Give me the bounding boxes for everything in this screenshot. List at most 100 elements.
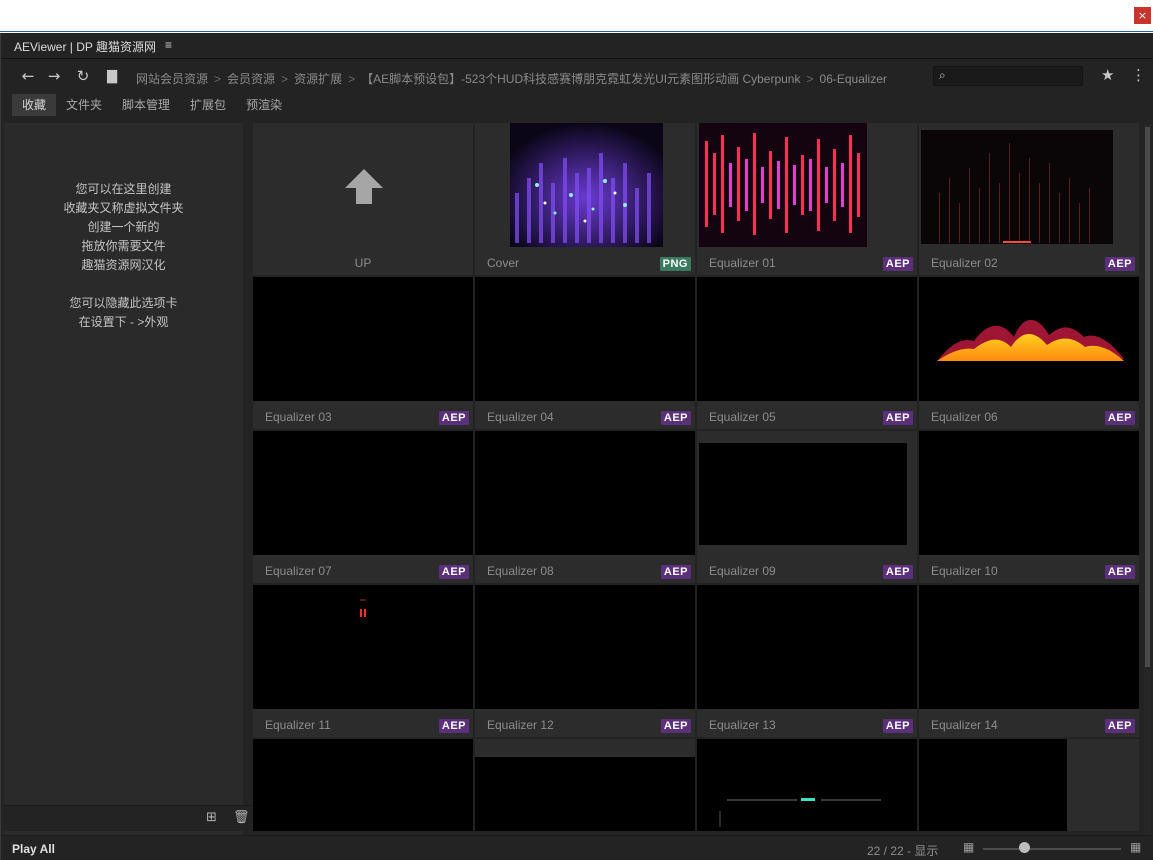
- tile-up[interactable]: UP: [253, 123, 473, 275]
- tile-partial[interactable]: [697, 739, 917, 831]
- favorite-star-icon[interactable]: ★: [1101, 66, 1114, 84]
- breadcrumb-item[interactable]: 【AE脚本预设包】-523个HUD科技感赛博朋克霓虹发光UI元素图形动画 Cyb…: [361, 72, 800, 86]
- file-type-badge: PNG: [659, 257, 691, 271]
- help-line-spacer: [4, 275, 243, 294]
- file-type-badge: AEP: [438, 719, 469, 733]
- file-type-badge: AEP: [1104, 257, 1135, 271]
- breadcrumb-separator: >: [214, 72, 222, 86]
- up-arrow-icon: [345, 169, 383, 204]
- tile-thumbnail: [475, 277, 695, 401]
- tab-script-manager[interactable]: 脚本管理: [112, 94, 180, 116]
- tile-equalizer-09[interactable]: Equalizer 09 AEP: [697, 431, 917, 583]
- forward-arrow-icon[interactable]: →: [45, 67, 63, 85]
- tile-thumbnail: [253, 277, 473, 401]
- help-line: 您可以隐藏此选项卡: [69, 296, 178, 310]
- play-all-button[interactable]: Play All: [12, 842, 55, 856]
- refresh-icon[interactable]: ↻: [74, 67, 92, 85]
- tile-equalizer-11[interactable]: Equalizer 11 AEP: [253, 585, 473, 737]
- tile-equalizer-14[interactable]: Equalizer 14 AEP: [919, 585, 1139, 737]
- add-favorite-icon[interactable]: ⊞: [206, 810, 217, 825]
- tab-bar: 收藏 文件夹 脚本管理 扩展包 预渲染: [12, 94, 292, 116]
- tab-folders[interactable]: 文件夹: [56, 94, 112, 116]
- tab-prerender[interactable]: 预渲染: [236, 94, 292, 116]
- tile-thumbnail: [253, 585, 473, 709]
- tile-label: Equalizer 06: [931, 410, 998, 424]
- tile-thumbnail: [919, 739, 1067, 831]
- tile-label: Equalizer 09: [709, 564, 776, 578]
- tile-thumbnail: [919, 123, 1139, 247]
- file-type-badge: AEP: [1104, 411, 1135, 425]
- help-line: 创建一个新的: [87, 220, 160, 234]
- panel-title: AEViewer | DP 趣猫资源网: [14, 40, 157, 54]
- tile-partial[interactable]: [475, 739, 695, 831]
- small-grid-icon[interactable]: ▦: [963, 840, 974, 854]
- status-bar: Play All 22 / 22 - 显示 ▦ ▦: [1, 835, 1153, 860]
- breadcrumb-separator: >: [806, 72, 814, 86]
- breadcrumb-separator: >: [281, 72, 289, 86]
- tile-thumbnail: [475, 739, 695, 831]
- tile-equalizer-03[interactable]: Equalizer 03 AEP: [253, 277, 473, 429]
- file-type-badge: AEP: [1104, 719, 1135, 733]
- breadcrumb-item-current[interactable]: 06-Equalizer: [820, 72, 887, 86]
- tile-label: Equalizer 08: [487, 564, 554, 578]
- sidebar-help-text: 您可以在这里创建 收藏夹又称虚拟文件夹 创建一个新的 拖放你需要文件 趣猫资源网…: [4, 180, 243, 332]
- file-type-badge: AEP: [660, 411, 691, 425]
- breadcrumb-item[interactable]: 网站会员资源: [136, 72, 208, 86]
- breadcrumb: 网站会员资源 > 会员资源 > 资源扩展 > 【AE脚本预设包】-523个HUD科技感赛博朋…: [136, 70, 887, 87]
- slider-handle[interactable]: [1019, 842, 1030, 853]
- tile-equalizer-12[interactable]: Equalizer 12 AEP: [475, 585, 695, 737]
- tile-equalizer-04[interactable]: Equalizer 04 AEP: [475, 277, 695, 429]
- file-type-badge: AEP: [660, 565, 691, 579]
- file-type-badge: AEP: [882, 257, 913, 271]
- search-input[interactable]: ⌕: [933, 66, 1083, 86]
- help-line: 在设置下 - >外观: [78, 315, 169, 329]
- scrollbar-thumb[interactable]: [1145, 127, 1150, 667]
- partial-preview: [719, 798, 881, 827]
- help-line: 您可以在这里创建: [75, 182, 172, 196]
- large-grid-icon[interactable]: ▦: [1130, 840, 1141, 854]
- tile-equalizer-05[interactable]: Equalizer 05 AEP: [697, 277, 917, 429]
- tile-equalizer-08[interactable]: Equalizer 08 AEP: [475, 431, 695, 583]
- tile-label: UP: [354, 256, 372, 270]
- more-options-icon[interactable]: ⋮: [1131, 66, 1146, 84]
- breadcrumb-item[interactable]: 资源扩展: [294, 72, 342, 86]
- equalizer-11-preview: [360, 599, 366, 617]
- tile-label: Equalizer 11: [265, 718, 331, 732]
- tile-label: Equalizer 05: [709, 410, 776, 424]
- grid-scrollbar[interactable]: [1144, 125, 1151, 835]
- tile-thumbnail: [919, 431, 1139, 555]
- tile-thumbnail: [475, 431, 695, 555]
- tile-label: Equalizer 13: [709, 718, 776, 732]
- tile-equalizer-02[interactable]: Equalizer 02 AEP: [919, 123, 1139, 275]
- thumbnail-size-slider[interactable]: [983, 848, 1121, 850]
- tab-extensions[interactable]: 扩展包: [180, 94, 236, 116]
- tile-partial[interactable]: [919, 739, 1139, 831]
- back-arrow-icon[interactable]: ←: [19, 67, 37, 85]
- preview-frame: [699, 443, 907, 545]
- tile-equalizer-07[interactable]: Equalizer 07 AEP: [253, 431, 473, 583]
- panel-menu-icon[interactable]: ≡: [165, 38, 172, 52]
- tile-equalizer-06[interactable]: Equalizer 06 AEP: [919, 277, 1139, 429]
- tile-label: Equalizer 04: [487, 410, 554, 424]
- cover-preview-image: [510, 123, 663, 247]
- preview-frame: [475, 757, 695, 831]
- breadcrumb-separator: >: [348, 72, 356, 86]
- file-type-badge: AEP: [882, 565, 913, 579]
- help-line: 收藏夹又称虚拟文件夹: [63, 201, 184, 215]
- trash-icon[interactable]: 🗑: [233, 810, 250, 825]
- tile-equalizer-13[interactable]: Equalizer 13 AEP: [697, 585, 917, 737]
- folder-icon[interactable]: ▇: [103, 69, 121, 84]
- close-window-button[interactable]: ×: [1134, 7, 1151, 24]
- search-icon: ⌕: [939, 68, 946, 82]
- tile-equalizer-01[interactable]: Equalizer 01 AEP: [697, 123, 917, 275]
- tab-favorites[interactable]: 收藏: [12, 94, 57, 116]
- breadcrumb-item[interactable]: 会员资源: [227, 72, 275, 86]
- tile-label: Equalizer 14: [931, 718, 998, 732]
- tile-cover[interactable]: Cover PNG: [475, 123, 695, 275]
- tile-thumbnail: [697, 123, 917, 247]
- favorites-sidebar: 您可以在这里创建 收藏夹又称虚拟文件夹 创建一个新的 拖放你需要文件 趣猫资源网…: [4, 123, 243, 837]
- tile-label: Equalizer 01: [709, 256, 776, 270]
- tile-label: Cover: [487, 256, 520, 270]
- tile-equalizer-10[interactable]: Equalizer 10 AEP: [919, 431, 1139, 583]
- tile-partial[interactable]: [253, 739, 473, 831]
